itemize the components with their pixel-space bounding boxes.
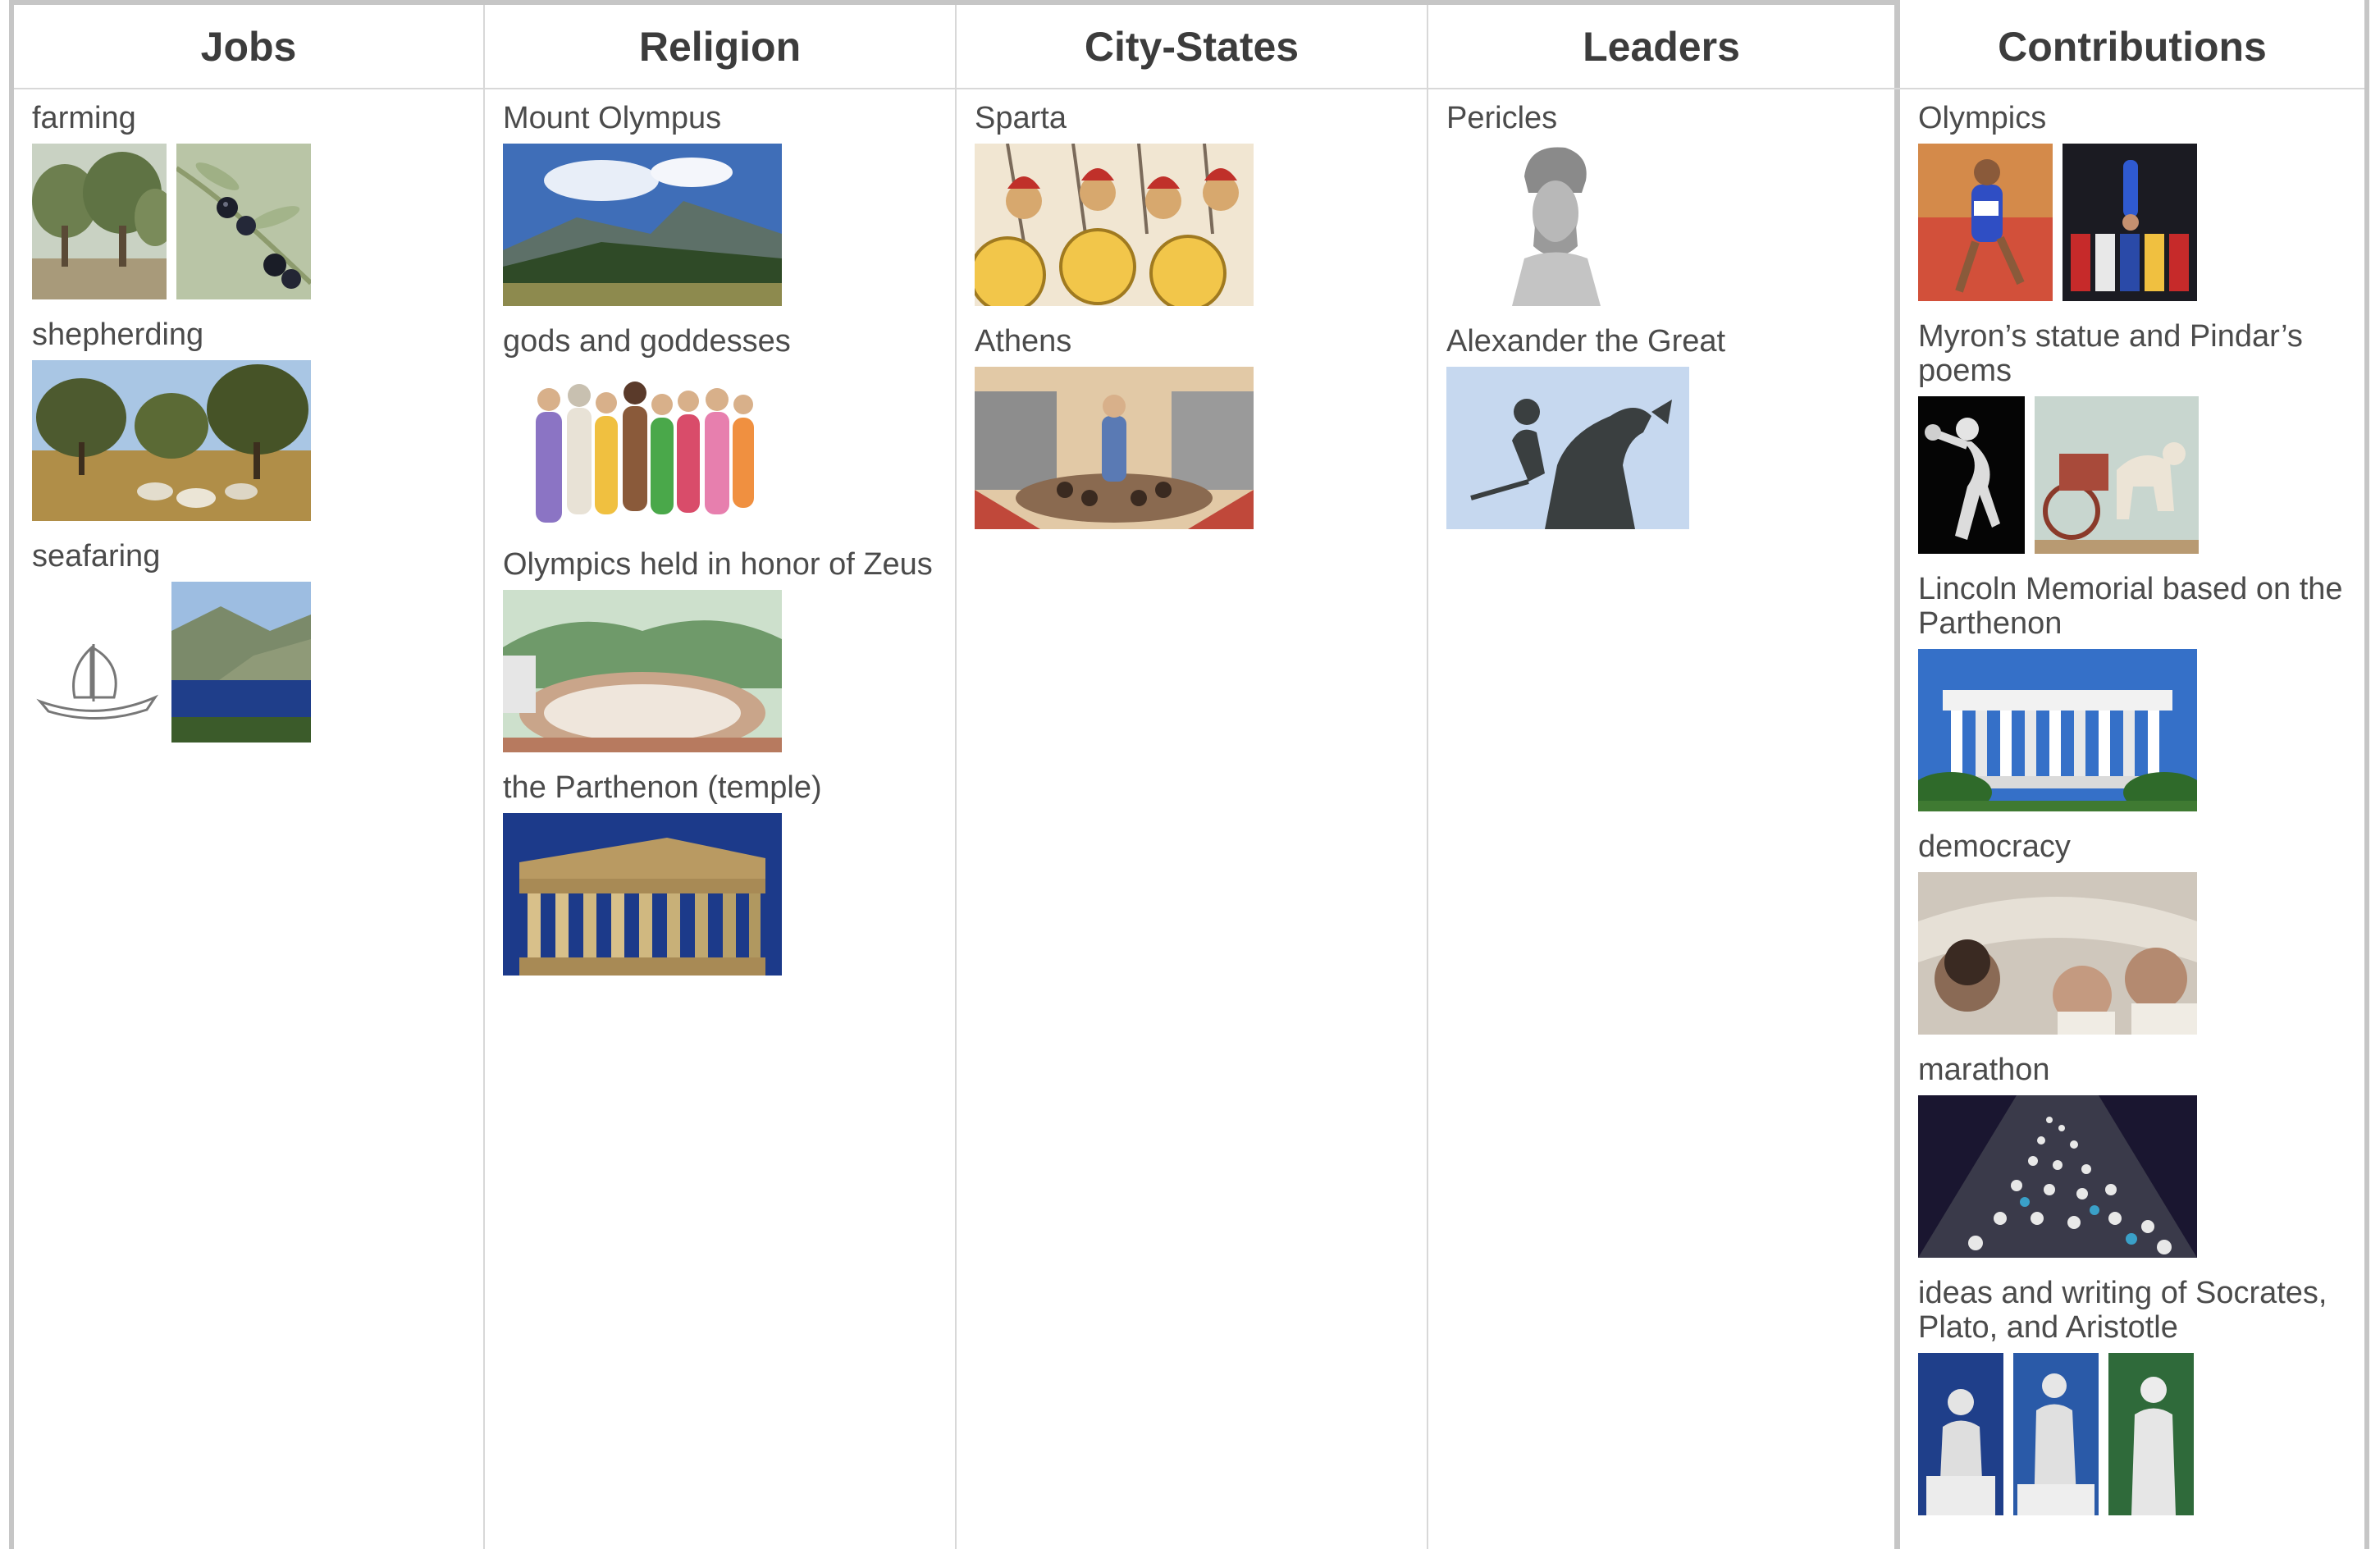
list-item: Myron’s statue and Pindar’s poems <box>1918 319 2364 554</box>
marathon-crowd-photo <box>1918 1095 2197 1258</box>
item-label: gods and goddesses <box>503 324 791 359</box>
column-leaders: Leaders Pericles Alexander the Great <box>1428 5 1894 1549</box>
list-item: Pericles <box>1446 101 1894 306</box>
column-religion: Religion Mount Olympus gods and goddesse <box>485 5 955 1549</box>
column-header-leaders: Leaders <box>1583 23 1740 70</box>
alexander-statue-photo <box>1446 367 1689 529</box>
list-item: marathon <box>1918 1053 2364 1258</box>
spartan-soldiers-illustration <box>975 144 1254 306</box>
list-item: farming <box>32 101 483 299</box>
parthenon-photo <box>503 813 782 976</box>
column-city-states: City-States Sparta Athens <box>957 5 1427 1549</box>
item-label: ideas and writing of Socrates, Plato, an… <box>1918 1276 2327 1345</box>
coastline-photo <box>171 582 311 743</box>
sheep-in-olive-grove-photo <box>32 360 311 521</box>
item-label: Sparta <box>975 101 1067 135</box>
aristotle-statue-photo <box>2108 1353 2194 1515</box>
athens-assembly-illustration <box>975 367 1254 529</box>
item-label: Alexander the Great <box>1446 324 1726 359</box>
ancient-stadium-painting <box>503 590 782 752</box>
socrates-statue-photo <box>1918 1353 2003 1515</box>
item-label: Mount Olympus <box>503 101 722 135</box>
greek-civilization-table: Jobs farming shepherding seafaring Relig… <box>0 0 2380 1549</box>
plato-statue-photo <box>2013 1353 2099 1515</box>
list-item: Sparta <box>975 101 1427 306</box>
item-label: democracy <box>1918 829 2071 864</box>
column-header-religion: Religion <box>638 23 802 70</box>
item-label: shepherding <box>32 318 204 352</box>
list-item: gods and goddesses <box>503 324 955 529</box>
table-border-right <box>2364 0 2369 1549</box>
item-label: Athens <box>975 324 1072 359</box>
list-item: Alexander the Great <box>1446 324 1894 529</box>
lincoln-memorial-photo <box>1918 649 2197 811</box>
item-label: seafaring <box>32 539 161 573</box>
olive-grove-photo <box>32 144 167 299</box>
item-label: marathon <box>1918 1053 2050 1087</box>
pericles-bust-photo <box>1446 144 1643 306</box>
column-jobs: Jobs farming shepherding seafaring <box>14 5 483 1549</box>
democracy-assembly-illustration <box>1918 872 2197 1035</box>
item-label: Lincoln Memorial based on the Parthenon <box>1918 572 2343 641</box>
gods-goddesses-illustration <box>503 367 782 529</box>
list-item: Olympics held in honor of Zeus <box>503 547 955 752</box>
item-label: Olympics <box>1918 101 2047 135</box>
contributions-separator <box>1894 0 1900 1549</box>
gymnast-flags-photo <box>2063 144 2197 301</box>
column-contributions: Contributions Olympics Myron’s statue an… <box>1900 5 2364 1549</box>
column-header-jobs: Jobs <box>200 23 297 70</box>
olives-branch-photo <box>176 144 311 299</box>
ancient-ship-drawing <box>32 619 162 743</box>
item-label: Myron’s statue and Pindar’s poems <box>1918 319 2303 388</box>
item-label: the Parthenon (temple) <box>503 770 822 805</box>
list-item: ideas and writing of Socrates, Plato, an… <box>1918 1276 2364 1515</box>
item-label: Pericles <box>1446 101 1558 135</box>
list-item: Athens <box>975 324 1427 529</box>
list-item: Lincoln Memorial based on the Parthenon <box>1918 572 2364 811</box>
list-item: democracy <box>1918 829 2364 1035</box>
item-label: Olympics held in honor of Zeus <box>503 547 933 582</box>
mount-olympus-photo <box>503 144 782 306</box>
discus-thrower-statue-photo <box>1918 396 2025 554</box>
column-header-contributions: Contributions <box>1998 23 2267 70</box>
item-label: farming <box>32 101 136 135</box>
list-item: seafaring <box>32 539 483 743</box>
runner-photo <box>1918 144 2053 301</box>
chariot-fresco-photo <box>2035 396 2199 554</box>
list-item: Olympics <box>1918 101 2364 301</box>
list-item: Mount Olympus <box>503 101 955 306</box>
column-header-city-states: City-States <box>1084 23 1300 70</box>
list-item: shepherding <box>32 318 483 521</box>
list-item: the Parthenon (temple) <box>503 770 955 976</box>
